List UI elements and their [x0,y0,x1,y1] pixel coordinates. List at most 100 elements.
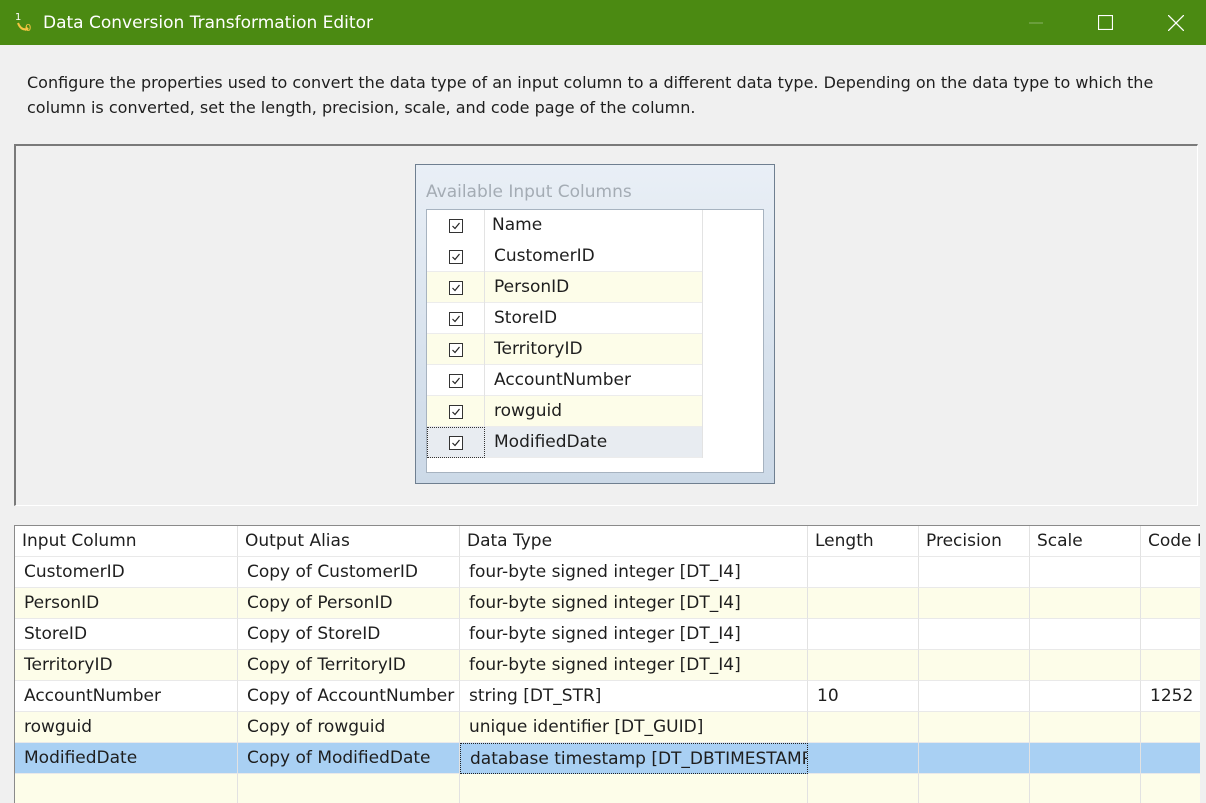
list-item[interactable]: AccountNumber [427,365,703,396]
header-length[interactable]: Length [808,526,919,557]
column-checkbox[interactable] [427,241,485,272]
column-name: ModifiedDate [485,427,703,458]
output-alias-cell[interactable]: Copy of rowguid [238,712,460,743]
output-alias-cell[interactable]: Copy of AccountNumber [238,681,460,712]
data-type-cell[interactable]: four-byte signed integer [DT_I4] [460,588,808,619]
list-item[interactable]: StoreID [427,303,703,334]
precision-cell[interactable] [919,619,1030,650]
new-row[interactable] [15,774,1200,803]
data-type-cell[interactable] [460,774,808,803]
length-cell[interactable] [808,650,919,681]
output-alias-cell[interactable]: Copy of ModifiedDate [238,743,460,774]
description-text: Configure the properties used to convert… [27,73,1154,117]
length-cell[interactable] [808,743,919,774]
minimize-button[interactable] [1000,0,1072,45]
length-cell[interactable] [808,588,919,619]
code-page-cell[interactable] [1141,619,1200,650]
column-checkbox[interactable] [427,303,485,334]
scale-cell[interactable] [1030,588,1141,619]
code-page-cell[interactable]: 1252 [1141,681,1200,712]
column-checkbox[interactable] [427,272,485,303]
length-cell[interactable] [808,619,919,650]
output-alias-cell[interactable]: Copy of TerritoryID [238,650,460,681]
code-page-cell[interactable] [1141,588,1200,619]
scale-cell[interactable] [1030,712,1141,743]
close-button[interactable] [1140,0,1206,45]
input-column-cell[interactable]: PersonID [15,588,238,619]
output-alias-cell[interactable]: Copy of CustomerID [238,557,460,588]
input-column-cell[interactable] [15,774,238,803]
output-alias-cell[interactable]: Copy of PersonID [238,588,460,619]
window-title: Data Conversion Transformation Editor [43,13,373,33]
header-code-page[interactable]: Code P [1141,526,1200,557]
scale-cell[interactable] [1030,681,1141,712]
input-column-cell[interactable]: CustomerID [15,557,238,588]
code-page-cell[interactable] [1141,712,1200,743]
input-column-cell[interactable]: TerritoryID [15,650,238,681]
table-row[interactable]: StoreID Copy of StoreID four-byte signed… [15,619,1200,650]
data-type-cell[interactable]: four-byte signed integer [DT_I4] [460,619,808,650]
checkbox-checked-icon [448,342,463,357]
header-output-alias[interactable]: Output Alias [238,526,460,557]
data-type-cell[interactable]: database timestamp [DT_DBTIMESTAMP] [460,743,808,774]
precision-cell[interactable] [919,774,1030,803]
select-all-checkbox[interactable] [427,210,485,241]
length-cell[interactable] [808,774,919,803]
scale-cell[interactable] [1030,619,1141,650]
data-type-cell[interactable]: four-byte signed integer [DT_I4] [460,650,808,681]
table-row[interactable]: PersonID Copy of PersonID four-byte sign… [15,588,1200,619]
list-item[interactable]: PersonID [427,272,703,303]
data-type-cell[interactable]: unique identifier [DT_GUID] [460,712,808,743]
input-column-cell[interactable]: ModifiedDate [15,743,238,774]
list-item[interactable]: TerritoryID [427,334,703,365]
header-input-column[interactable]: Input Column [15,526,238,557]
data-conversion-icon: 1 0 [12,9,38,35]
code-page-cell[interactable] [1141,557,1200,588]
checkbox-checked-icon [449,435,463,450]
scale-cell[interactable] [1030,557,1141,588]
table-row[interactable]: AccountNumber Copy of AccountNumber stri… [15,681,1200,712]
precision-cell[interactable] [919,712,1030,743]
available-input-columns-title: Available Input Columns [426,182,632,202]
scale-cell[interactable] [1030,743,1141,774]
precision-cell[interactable] [919,557,1030,588]
precision-cell[interactable] [919,681,1030,712]
data-type-cell[interactable]: string [DT_STR] [460,681,808,712]
column-checkbox[interactable] [427,334,485,365]
precision-cell[interactable] [919,650,1030,681]
table-row[interactable]: ModifiedDate Copy of ModifiedDate databa… [15,743,1200,774]
input-column-cell[interactable]: rowguid [15,712,238,743]
header-data-type[interactable]: Data Type [460,526,808,557]
table-row[interactable]: rowguid Copy of rowguid unique identifie… [15,712,1200,743]
precision-cell[interactable] [919,743,1030,774]
table-row[interactable]: CustomerID Copy of CustomerID four-byte … [15,557,1200,588]
precision-cell[interactable] [919,588,1030,619]
column-checkbox[interactable] [427,396,485,427]
output-alias-cell[interactable] [238,774,460,803]
maximize-button[interactable] [1069,0,1141,45]
column-checkbox[interactable] [427,365,485,396]
input-column-cell[interactable]: AccountNumber [15,681,238,712]
table-row[interactable]: TerritoryID Copy of TerritoryID four-byt… [15,650,1200,681]
list-item[interactable]: CustomerID [427,241,703,272]
scale-cell[interactable] [1030,650,1141,681]
header-scale[interactable]: Scale [1030,526,1141,557]
available-input-columns-box: Available Input Columns Name CustomerID … [415,164,775,484]
length-cell[interactable] [808,712,919,743]
column-name: PersonID [485,272,703,303]
code-page-cell[interactable] [1141,774,1200,803]
output-alias-cell[interactable]: Copy of StoreID [238,619,460,650]
list-item[interactable]: ModifiedDate [427,427,703,458]
column-checkbox[interactable] [427,427,485,458]
list-item[interactable]: rowguid [427,396,703,427]
code-page-cell[interactable] [1141,743,1200,774]
code-page-cell[interactable] [1141,650,1200,681]
header-precision[interactable]: Precision [919,526,1030,557]
length-cell[interactable] [808,557,919,588]
name-column-header[interactable]: Name [485,210,703,241]
scale-cell[interactable] [1030,774,1141,803]
input-column-cell[interactable]: StoreID [15,619,238,650]
length-cell[interactable]: 10 [808,681,919,712]
data-type-cell[interactable]: four-byte signed integer [DT_I4] [460,557,808,588]
column-name: StoreID [485,303,703,334]
